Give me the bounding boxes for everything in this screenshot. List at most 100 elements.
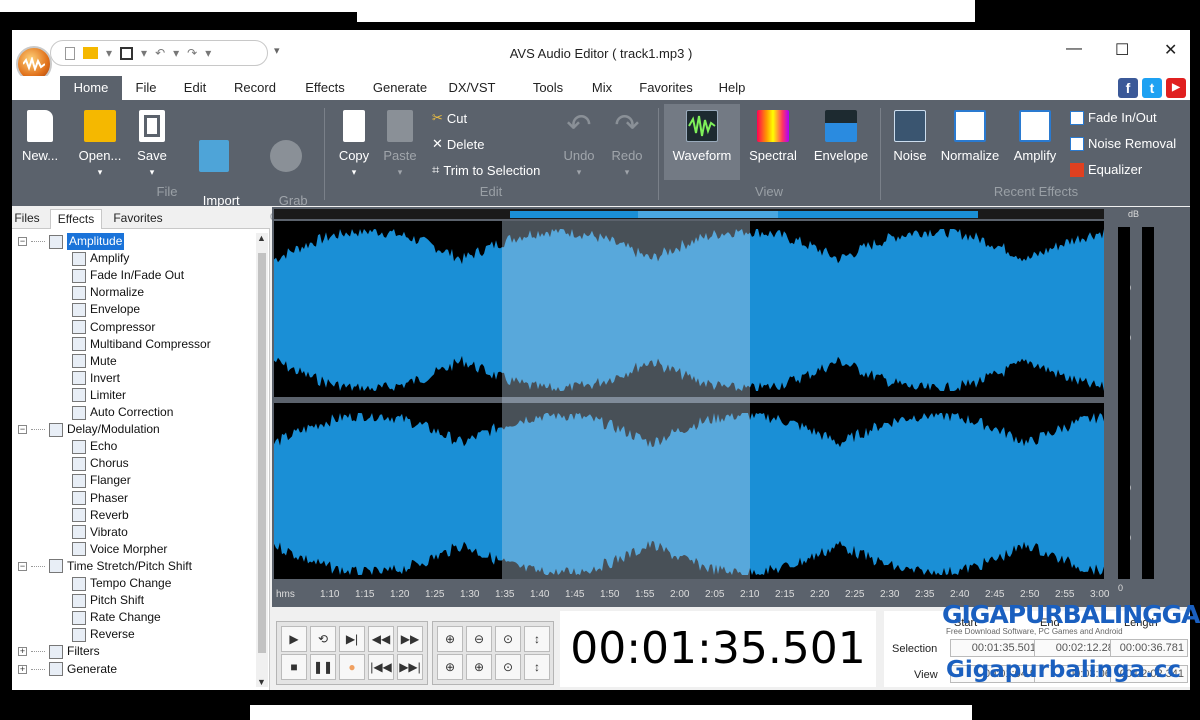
noise-button[interactable]: Noise xyxy=(886,106,934,163)
tree-item[interactable]: Rate Change xyxy=(72,609,161,626)
tab-generate[interactable]: Generate xyxy=(366,76,434,100)
tab-effects[interactable]: Effects xyxy=(296,76,354,100)
tree-item[interactable]: Tempo Change xyxy=(72,575,171,592)
tree-item[interactable]: Compressor xyxy=(72,319,155,336)
tree-category[interactable]: − Amplitude xyxy=(18,233,125,250)
maximize-button[interactable]: ☐ xyxy=(1115,40,1129,60)
spectral-button[interactable]: Spectral xyxy=(742,106,804,163)
tree-item[interactable]: Auto Correction xyxy=(72,404,173,421)
tree-item[interactable]: Reverb xyxy=(72,507,129,524)
tree-item[interactable]: Echo xyxy=(72,438,117,455)
zoom-in-full-icon[interactable]: ⊕ xyxy=(466,654,492,680)
trim-label: Trim to Selection xyxy=(443,162,541,178)
expand-icon[interactable]: + xyxy=(18,664,27,674)
tree-item[interactable]: Normalize xyxy=(72,284,144,301)
tab-tools[interactable]: Tools xyxy=(528,76,568,100)
paste-button[interactable]: Paste ▾ xyxy=(380,106,420,180)
minimize-button[interactable]: — xyxy=(1066,40,1082,58)
go-to-start-icon[interactable]: |◀◀ xyxy=(368,654,394,680)
close-button[interactable]: ✕ xyxy=(1164,40,1177,60)
record-icon[interactable]: ● xyxy=(339,654,365,680)
scrollbar-thumb[interactable] xyxy=(258,253,266,653)
undo-button[interactable]: ↶ Undo ▾ xyxy=(558,106,600,180)
tree-category[interactable]: + Generate xyxy=(18,661,117,678)
pause-icon[interactable]: ❚❚ xyxy=(310,654,336,680)
tab-effects-panel[interactable]: Effects xyxy=(50,209,102,229)
tree-item[interactable]: Flanger xyxy=(72,472,131,489)
waveform-display[interactable] xyxy=(274,221,1104,579)
zoom-in-icon[interactable]: ⊕ xyxy=(437,626,463,652)
tree-category[interactable]: − Time Stretch/Pitch Shift xyxy=(18,558,192,575)
save-button[interactable]: Save ▾ xyxy=(132,106,172,180)
expand-icon[interactable]: + xyxy=(18,647,27,657)
tree-item[interactable]: Reverse xyxy=(72,626,135,643)
new-button[interactable]: New... xyxy=(16,106,64,163)
tree-item[interactable]: Limiter xyxy=(72,387,126,404)
tree-category[interactable]: − Delay/Modulation xyxy=(18,421,160,438)
tab-mix[interactable]: Mix xyxy=(590,76,614,100)
play-icon[interactable]: ▶ xyxy=(281,626,307,652)
selection-start-field[interactable]: 00:01:35.501 xyxy=(950,639,1040,657)
amplify-button[interactable]: Amplify xyxy=(1008,106,1062,163)
scroll-down-icon[interactable]: ▼ xyxy=(257,677,266,687)
youtube-icon[interactable]: ▶ xyxy=(1166,78,1186,98)
twitter-icon[interactable]: t xyxy=(1142,78,1162,98)
tab-record[interactable]: Record xyxy=(226,76,284,100)
delete-button[interactable]: ✕ Delete xyxy=(432,136,484,152)
overview-bar[interactable] xyxy=(274,209,1104,219)
trim-button[interactable]: ⌗ Trim to Selection xyxy=(432,162,540,178)
zoom-fit-icon[interactable]: ⊙ xyxy=(495,654,521,680)
noise-removal-button[interactable]: Noise Removal xyxy=(1070,136,1176,151)
redo-button[interactable]: ↷ Redo ▾ xyxy=(606,106,648,180)
tree-item[interactable]: Pitch Shift xyxy=(72,592,144,609)
collapse-icon[interactable]: − xyxy=(18,425,27,435)
collapse-icon[interactable]: − xyxy=(18,561,27,571)
tree-category[interactable]: + Filters xyxy=(18,643,100,660)
tree-item[interactable]: Fade In/Fade Out xyxy=(72,267,184,284)
tree-scrollbar[interactable]: ▲ ▼ xyxy=(256,233,268,687)
selection-length-field[interactable]: 00:00:36.781 xyxy=(1110,639,1188,657)
tab-edit[interactable]: Edit xyxy=(176,76,214,100)
equalizer-button[interactable]: Equalizer xyxy=(1070,162,1142,177)
stop-icon[interactable]: ■ xyxy=(281,654,307,680)
zoom-100-icon[interactable]: ⊙ xyxy=(495,626,521,652)
collapse-icon[interactable]: − xyxy=(18,237,27,246)
tree-item[interactable]: Mute xyxy=(72,353,117,370)
tab-help[interactable]: Help xyxy=(714,76,750,100)
cut-button[interactable]: ✂ Cut xyxy=(432,110,467,126)
rewind-icon[interactable]: ◀◀ xyxy=(368,626,394,652)
tree-item[interactable]: Amplify xyxy=(72,250,129,267)
zoom-selection-icon[interactable]: ⊕ xyxy=(437,654,463,680)
open-button[interactable]: Open... ▾ xyxy=(72,106,128,180)
tree-item[interactable]: Multiband Compressor xyxy=(72,336,211,353)
waveform-editor[interactable]: dB0-4-10-∞-10-400-4-10-∞-10-40 hms1:101:… xyxy=(272,207,1190,607)
tab-favorites[interactable]: Favorites xyxy=(634,76,698,100)
tree-item[interactable]: Vibrato xyxy=(72,524,128,541)
tree-item[interactable]: Chorus xyxy=(72,455,129,472)
tree-item[interactable]: Envelope xyxy=(72,301,140,318)
selection-region[interactable] xyxy=(502,221,750,579)
scroll-up-icon[interactable]: ▲ xyxy=(257,233,266,243)
tree-item[interactable]: Invert xyxy=(72,370,120,387)
waveform-button[interactable]: Waveform xyxy=(666,106,738,163)
tab-favorites-panel[interactable]: Favorites xyxy=(106,209,170,229)
tab-dxvst[interactable]: DX/VST xyxy=(446,76,498,100)
play-to-end-icon[interactable]: ▶| xyxy=(339,626,365,652)
tree-item[interactable]: Voice Morpher xyxy=(72,541,167,558)
tab-files[interactable]: Files xyxy=(12,209,42,229)
envelope-button[interactable]: Envelope xyxy=(810,106,872,163)
zoom-vertical-fit-icon[interactable]: ↕ xyxy=(524,654,550,680)
go-to-end-icon[interactable]: ▶▶| xyxy=(397,654,423,680)
zoom-out-icon[interactable]: ⊖ xyxy=(466,626,492,652)
zoom-vertical-icon[interactable]: ↕ xyxy=(524,626,550,652)
normalize-button[interactable]: Normalize xyxy=(940,106,1000,163)
tab-file[interactable]: File xyxy=(128,76,164,100)
copy-button[interactable]: Copy ▾ xyxy=(334,106,374,180)
fast-forward-icon[interactable]: ▶▶ xyxy=(397,626,423,652)
facebook-icon[interactable]: f xyxy=(1118,78,1138,98)
fade-button[interactable]: Fade In/Out xyxy=(1070,110,1157,125)
tab-home[interactable]: Home xyxy=(60,76,122,100)
loop-icon[interactable]: ⟲ xyxy=(310,626,336,652)
effects-panel: Files Effects Favorites − Amplitude Amplif… xyxy=(12,207,270,690)
tree-item[interactable]: Phaser xyxy=(72,490,128,507)
